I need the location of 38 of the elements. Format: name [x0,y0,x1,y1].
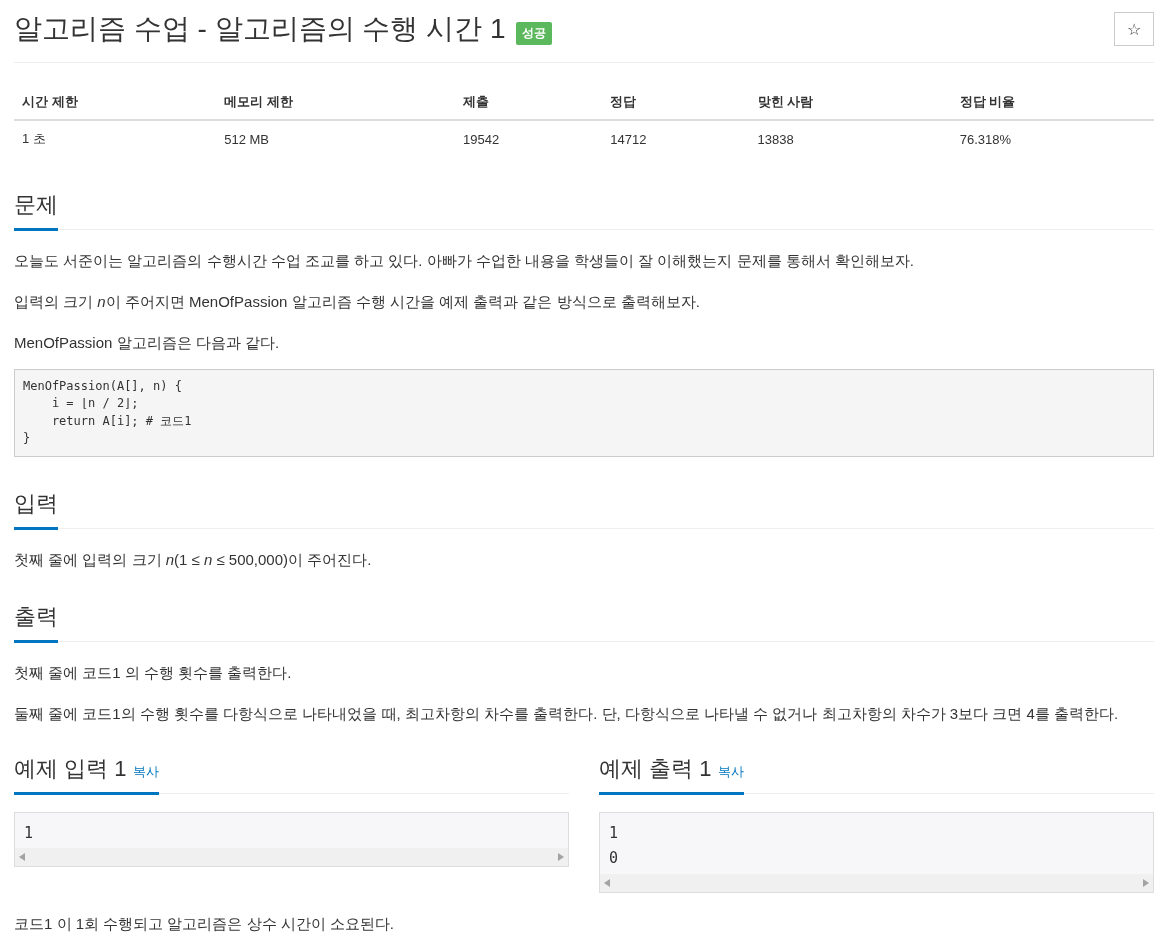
column-header: 메모리 제한 [216,85,456,120]
copy-link[interactable]: 복사 [132,763,159,779]
table-cell: 19542 [455,120,603,158]
table-cell: 512 MB [216,120,456,158]
scroll-right-icon[interactable] [558,853,564,862]
horizontal-scrollbar[interactable] [600,873,1153,892]
section-heading: 입력 [14,482,58,530]
section-heading: 문제 [14,184,58,231]
paragraph: 입력의 크기 n이 주어지면 MenOfPassion 알고리즘 수행 시간을 예제 출력과 같은 방식으로 출력해보자. [14,292,701,312]
table-cell: 13838 [749,120,952,158]
paragraph: 둘째 줄에 코드1의 수행 횟수를 다항식으로 나타내었을 때, 최고차항의 차수를 출력한다. 단, 다항식으로 나타낼 수 없거나 최고차항의 차수가 3보다 크면 4를 출력한다. [14,703,1120,724]
result-badge: 성공 [515,22,552,45]
column-header: 정답 [602,85,750,120]
sample-heading: 예제 출력 1 [599,755,712,781]
paragraph: 첫째 줄에 코드1 의 수행 횟수를 출력한다. [14,662,293,683]
paragraph: 첫째 줄에 입력의 크기 n(1 ≤ n ≤ 500,000)이 주어진다. [14,549,373,570]
table-cell: 76.318% [951,120,1154,158]
table-cell: 14712 [602,120,750,158]
horizontal-scrollbar[interactable] [15,848,568,867]
sample-heading: 예제 입력 1 [14,755,127,781]
scroll-left-icon[interactable] [19,853,25,862]
table-cell: 1 초 [14,120,217,158]
section-heading: 출력 [14,595,58,643]
column-header: 정답 비율 [951,85,1154,120]
copy-link[interactable]: 복사 [717,763,744,779]
column-header: 시간 제한 [14,85,217,120]
code-block: MenOfPassion(A[], n) { i = ⌊n / 2⌋; return A[i]; # 코드1 } [14,369,1154,457]
explanation-text: 코드1 이 1회 수행되고 알고리즘은 상수 시간이 소요된다. [14,914,396,934]
column-header: 맞힌 사람 [749,85,952,120]
scroll-right-icon[interactable] [1143,878,1149,887]
star-button[interactable]: ☆ [1114,12,1154,46]
paragraph: MenOfPassion 알고리즘은 다음과 같다. [14,333,281,353]
column-header: 제출 [455,85,603,120]
sample-text: 1 [23,822,35,844]
problem-title: 알고리즘 수업 - 알고리즘의 수행 시간 1 [14,12,506,46]
paragraph: 오늘도 서준이는 알고리즘의 수행시간 수업 조교를 하고 있다. 아빠가 수업한 내용을 학생들이 잘 이해했는지 문제를 통해서 확인해보자. [14,251,915,271]
scroll-left-icon[interactable] [604,878,610,887]
sample-text: 1 0 [608,822,620,870]
